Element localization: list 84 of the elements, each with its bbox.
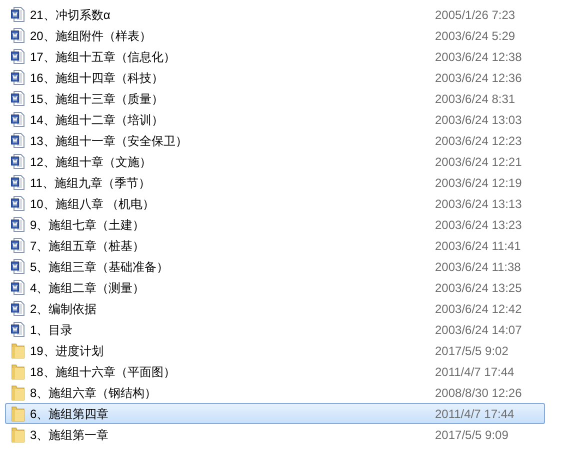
document-icon xyxy=(11,196,25,211)
folder-icon xyxy=(11,342,25,358)
file-row[interactable]: 11、施组九章（季节） 2003/6/24 12:19 xyxy=(5,172,545,193)
file-name: 9、施组七章（土建） xyxy=(30,216,146,234)
modified-date: 2003/6/24 13:03 xyxy=(435,112,522,128)
modified-date: 2003/6/24 14:07 xyxy=(435,322,522,338)
folder-icon xyxy=(11,406,25,422)
file-name: 13、施组十一章（安全保卫） xyxy=(30,132,188,150)
file-row[interactable]: 16、施组十四章（科技） 2003/6/24 12:36 xyxy=(5,67,545,88)
modified-date: 2003/6/24 12:42 xyxy=(435,300,522,318)
file-name: 3、施组第一章 xyxy=(30,426,110,444)
file-name: 8、施组六章（钢结构） xyxy=(30,384,158,402)
file-row[interactable]: 9、施组七章（土建） 2003/6/24 13:23 xyxy=(5,214,545,235)
document-icon xyxy=(11,70,25,85)
file-row[interactable]: 7、施组五章（桩基） 2003/6/24 11:41 xyxy=(5,235,545,256)
file-name: 14、施组十二章（培训） xyxy=(30,112,164,128)
document-icon xyxy=(11,154,25,169)
modified-date: 2003/6/24 12:23 xyxy=(435,132,522,150)
modified-date: 2003/6/24 5:29 xyxy=(435,28,516,44)
file-row[interactable]: 5、施组三章（基础准备） 2003/6/24 11:38 xyxy=(5,256,545,277)
file-row[interactable]: 17、施组十五章（信息化） 2003/6/24 12:38 xyxy=(5,46,545,67)
file-name: 19、进度计划 xyxy=(30,342,104,360)
modified-date: 2008/8/30 12:26 xyxy=(435,384,522,402)
modified-date: 2011/4/7 17:44 xyxy=(435,364,514,380)
document-icon xyxy=(11,175,25,190)
file-name: 1、目录 xyxy=(30,322,74,338)
document-icon xyxy=(11,259,25,274)
modified-date: 2003/6/24 11:38 xyxy=(435,258,521,276)
modified-date: 2011/4/7 17:44 xyxy=(435,406,514,422)
file-row[interactable]: 1、目录 2003/6/24 14:07 xyxy=(5,319,545,340)
document-icon xyxy=(11,133,25,148)
file-name: 21、冲切系数α xyxy=(30,6,112,24)
file-row[interactable]: 21、冲切系数α 2005/1/26 7:23 xyxy=(5,4,545,25)
document-icon xyxy=(11,28,25,43)
folder-icon xyxy=(11,384,25,400)
file-name: 18、施组十六章（平面图） xyxy=(30,364,176,380)
file-name: 16、施组十四章（科技） xyxy=(30,70,164,86)
file-name: 2、编制依据 xyxy=(30,300,98,318)
document-icon xyxy=(11,322,25,337)
file-row[interactable]: 3、施组第一章 2017/5/5 9:09 xyxy=(5,424,545,445)
file-row[interactable]: 20、施组附件（样表） 2003/6/24 5:29 xyxy=(5,25,545,46)
file-name: 20、施组附件（样表） xyxy=(30,28,152,44)
file-row[interactable]: 4、施组二章（测量） 2003/6/24 13:25 xyxy=(5,277,545,298)
file-name: 17、施组十五章（信息化） xyxy=(30,48,176,66)
file-name: 15、施组十三章（质量） xyxy=(30,90,164,108)
document-icon xyxy=(11,91,25,106)
document-icon xyxy=(11,49,25,64)
modified-date: 2005/1/26 7:23 xyxy=(435,6,516,24)
file-row[interactable]: 14、施组十二章（培训） 2003/6/24 13:03 xyxy=(5,109,545,130)
modified-date: 2003/6/24 12:38 xyxy=(435,48,522,66)
modified-date: 2017/5/5 9:09 xyxy=(435,426,508,444)
file-name: 5、施组三章（基础准备） xyxy=(30,258,170,276)
file-row[interactable]: 6、施组第四章 2011/4/7 17:44 xyxy=(5,403,545,424)
file-name: 12、施组十章（文施） xyxy=(30,154,152,170)
document-icon xyxy=(11,238,25,253)
modified-date: 2003/6/24 13:25 xyxy=(435,280,522,296)
document-icon xyxy=(11,217,25,232)
document-icon xyxy=(11,112,25,127)
document-icon xyxy=(11,301,25,316)
modified-date: 2003/6/24 13:13 xyxy=(435,196,522,212)
file-name: 4、施组二章（测量） xyxy=(30,280,146,296)
file-row[interactable]: 2、编制依据 2003/6/24 12:42 xyxy=(5,298,545,319)
file-row[interactable]: 18、施组十六章（平面图） 2011/4/7 17:44 xyxy=(5,361,545,382)
file-row[interactable]: 8、施组六章（钢结构） 2008/8/30 12:26 xyxy=(5,382,545,403)
modified-date: 2003/6/24 12:36 xyxy=(435,70,522,86)
modified-date: 2003/6/24 12:21 xyxy=(435,154,522,170)
modified-date: 2017/5/5 9:02 xyxy=(435,342,508,360)
file-row[interactable]: 10、施组八章 （机电） 2003/6/24 13:13 xyxy=(5,193,545,214)
file-row[interactable]: 15、施组十三章（质量） 2003/6/24 8:31 xyxy=(5,88,545,109)
file-name: 7、施组五章（桩基） xyxy=(30,238,146,254)
file-name: 10、施组八章 （机电） xyxy=(30,196,156,212)
folder-icon xyxy=(11,426,25,442)
file-row[interactable]: 19、进度计划 2017/5/5 9:02 xyxy=(5,340,545,361)
modified-date: 2003/6/24 8:31 xyxy=(435,90,516,108)
file-row[interactable]: 12、施组十章（文施） 2003/6/24 12:21 xyxy=(5,151,545,172)
file-row[interactable]: 13、施组十一章（安全保卫） 2003/6/24 12:23 xyxy=(5,130,545,151)
modified-date: 2003/6/24 12:19 xyxy=(435,174,522,192)
modified-date: 2003/6/24 13:23 xyxy=(435,216,522,234)
file-name: 6、施组第四章 xyxy=(30,406,110,422)
document-icon xyxy=(11,7,25,22)
file-name: 11、施组九章（季节） xyxy=(30,174,152,192)
document-icon xyxy=(11,280,25,295)
modified-date: 2003/6/24 11:41 xyxy=(435,238,521,254)
folder-icon xyxy=(11,364,25,380)
